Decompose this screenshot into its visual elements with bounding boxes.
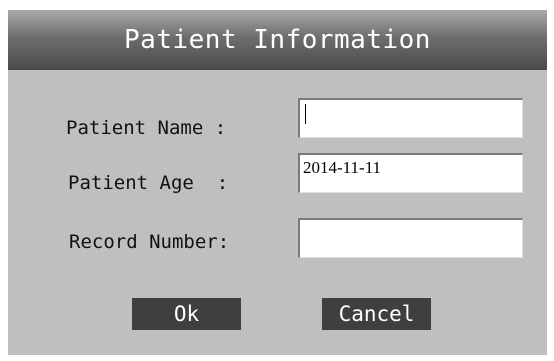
patient-name-label: Patient Name : — [66, 117, 227, 139]
dialog-title-bar: Patient Information — [8, 10, 547, 70]
dialog-title: Patient Information — [124, 25, 431, 55]
cancel-button[interactable]: Cancel — [322, 298, 431, 330]
record-number-field[interactable] — [298, 218, 523, 258]
patient-age-label: Patient Age : — [68, 172, 229, 194]
record-number-label: Record Number: — [69, 231, 230, 253]
patient-information-dialog: Patient Information Patient Name : Patie… — [8, 10, 547, 355]
patient-name-field[interactable] — [298, 98, 523, 138]
patient-age-field[interactable]: 2014-11-11 — [298, 153, 523, 193]
ok-button[interactable]: Ok — [132, 298, 241, 330]
patient-age-value: 2014-11-11 — [303, 158, 382, 177]
text-cursor — [305, 104, 306, 124]
